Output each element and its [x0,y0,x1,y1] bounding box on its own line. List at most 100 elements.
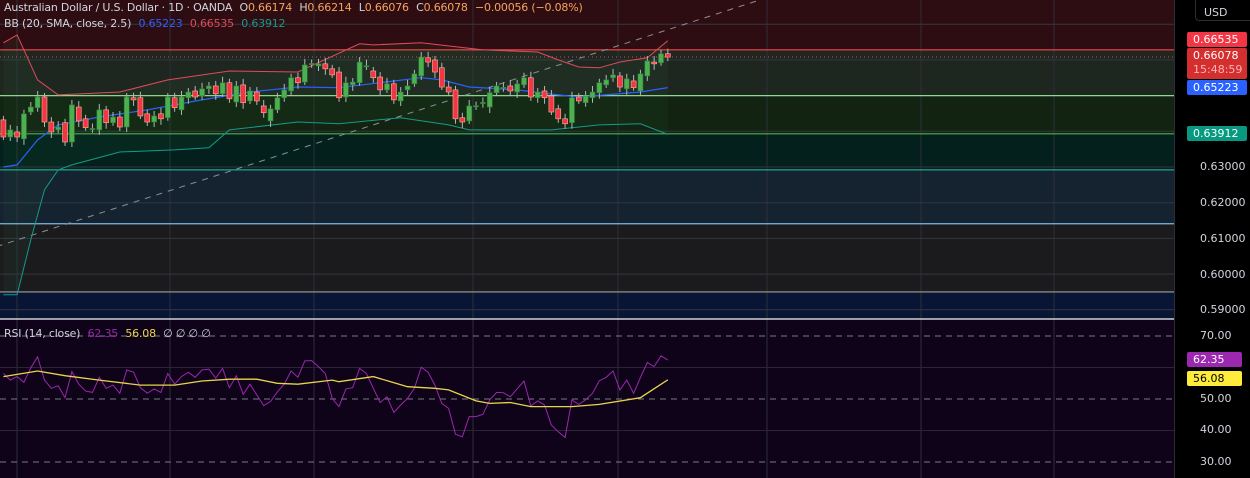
candle-body [103,109,109,124]
candle-body [260,105,267,114]
candle-body [644,60,651,77]
candle-body [206,85,212,90]
candle-body [192,90,198,98]
candle-body [322,63,329,70]
candle-body [89,128,96,130]
candle-body [562,118,568,125]
candle-body [219,82,226,95]
candle-body [391,83,397,101]
price-tick: 0.62000 [1200,196,1246,209]
last-price-tag: 0.66078 15:48:59 [1187,48,1247,79]
candle [336,67,342,102]
candle-body [466,105,473,122]
zone-slate [0,171,1174,224]
symbol-title[interactable]: Australian Dollar / U.S. Dollar · 1D · O… [4,1,232,14]
candle-body [14,131,20,138]
candle-body [75,106,82,122]
candle-body [665,53,671,58]
bb-label: BB (20, SMA, close, 2.5) [4,17,132,30]
bb-upper-value: 0.66535 [189,17,234,30]
candle [452,85,459,124]
symbol-legend: Australian Dollar / U.S. Dollar · 1D · O… [4,1,587,14]
candle [123,93,130,133]
rsi-empty-values: ∅ ∅ ∅ ∅ [163,327,211,340]
candle-body [603,79,610,86]
rsi-value: 62.35 [87,327,119,340]
rsi-ma-value: 56.08 [125,327,156,340]
candle-body [356,61,363,84]
candle-body [438,67,445,88]
bb-basis-tag: 0.65223 [1187,80,1247,95]
price-tick: 0.59000 [1200,303,1246,316]
candle-body [500,87,507,89]
candle-body [651,61,657,65]
candle-body [582,95,589,104]
candle-body [534,91,541,99]
candle-body [617,75,623,88]
candle-body [254,91,260,102]
currency-button[interactable]: USD [1195,0,1250,21]
candle-body [459,117,466,123]
rsi-legend[interactable]: RSI (14, close) 62.35 56.08 ∅ ∅ ∅ ∅ [4,327,215,340]
open-value: O0.66174 [239,1,293,14]
rsi-ma-tag: 56.08 [1187,371,1242,386]
candle-body [623,78,630,90]
candle-body [144,113,151,123]
rsi-tick: 50.00 [1200,392,1232,405]
low-value: L0.66076 [358,1,409,14]
candle-body [308,63,315,65]
candle-body [589,91,596,99]
rsi-tick: 30.00 [1200,455,1232,468]
candle-body [199,88,205,97]
candle-body [185,91,192,99]
candle-body [27,106,34,113]
candle-body [62,122,68,143]
high-value: H0.66214 [299,1,352,14]
rsi-tick: 70.00 [1200,329,1232,342]
candle-body [486,92,493,108]
candle-body [637,73,644,92]
candle-body [432,59,438,73]
bb-lower-tag: 0.63912 [1187,126,1247,141]
candle-body [418,56,425,77]
bb-lower-value: 0.63912 [241,17,286,30]
candle-body [21,113,27,140]
candle-body [480,102,486,104]
candle-body [34,96,41,109]
candle-body [41,96,48,123]
candle-body [384,83,390,91]
candle-body [411,73,418,85]
candle-body [473,105,479,108]
candle-body [521,77,527,86]
candle-body [569,97,575,124]
candle-body [315,63,322,67]
candle-body [445,86,452,93]
rsi-label: RSI (14, close) [4,327,81,340]
chart-canvas[interactable] [0,0,1250,478]
candle-body [343,82,349,98]
candle-body [329,68,336,76]
candle-body [82,118,89,129]
candle-body [48,121,55,133]
candle-body [137,97,144,117]
candle-body [110,116,116,124]
candle-body [178,96,185,111]
candle-body [226,82,233,100]
candle-body [240,84,246,104]
zone-gray [0,224,1174,292]
close-value: C0.66078 [416,1,468,14]
candle-body [507,85,514,92]
candle-body [610,74,616,79]
candle-body [130,97,137,101]
candle-body [281,89,288,99]
candle [62,118,68,147]
candle-body [267,108,274,122]
candle [69,99,75,148]
candle-body [7,129,14,138]
candle-body [404,85,411,91]
candle-body [274,97,281,111]
candle-body [596,82,603,94]
bb-legend[interactable]: BB (20, SMA, close, 2.5) 0.65223 0.66535… [4,17,289,30]
candle-body [247,90,253,102]
candle-body [233,85,240,103]
